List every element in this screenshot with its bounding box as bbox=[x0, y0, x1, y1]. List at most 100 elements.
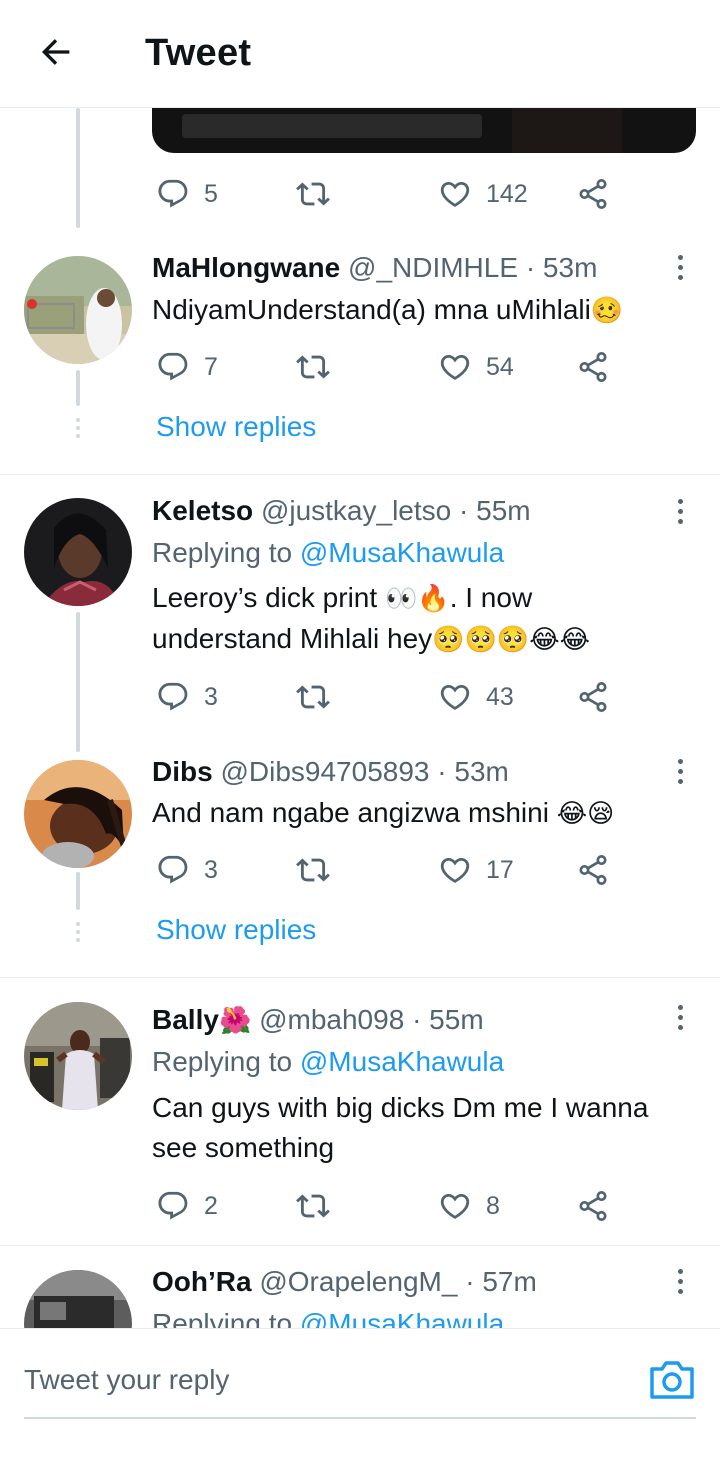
retweet-icon bbox=[296, 685, 330, 709]
reply-text-line: Can guys with big dicks Dm me I wanna bbox=[152, 1092, 649, 1123]
more-options-button[interactable] bbox=[666, 252, 694, 282]
more-options-button[interactable] bbox=[666, 1266, 694, 1296]
separator: · bbox=[459, 495, 469, 526]
reply-header: Keletso @justkay_letso · 55m bbox=[152, 495, 531, 527]
reply-text: NdiyamUnderstand(a) mna uMihlali🥴 bbox=[152, 290, 692, 331]
like-button[interactable]: 17 bbox=[438, 848, 514, 892]
user-handle[interactable]: @mbah098 bbox=[259, 1004, 404, 1035]
back-arrow-icon bbox=[41, 39, 70, 65]
reply-bubble-icon bbox=[158, 682, 188, 711]
display-name[interactable]: MaHlongwane bbox=[152, 252, 340, 283]
reply-input[interactable]: Tweet your reply bbox=[24, 1355, 624, 1405]
avatar[interactable] bbox=[24, 1002, 132, 1110]
share-button[interactable] bbox=[576, 345, 610, 389]
reply-text-content: NdiyamUnderstand(a) mna uMihlali bbox=[152, 294, 591, 325]
reply-button[interactable]: 7 bbox=[156, 345, 218, 389]
like-count: 8 bbox=[486, 1191, 500, 1220]
share-button[interactable] bbox=[576, 1184, 610, 1228]
reply-count: 3 bbox=[204, 682, 218, 711]
show-replies-link[interactable]: Show replies bbox=[156, 914, 316, 946]
camera-icon bbox=[650, 1361, 694, 1399]
user-handle[interactable]: @justkay_letso bbox=[261, 495, 451, 526]
more-options-button[interactable] bbox=[666, 1002, 694, 1032]
display-name[interactable]: Bally bbox=[152, 1004, 219, 1035]
reply-bubble-icon bbox=[158, 1191, 188, 1220]
share-button[interactable] bbox=[576, 848, 610, 892]
reply-button[interactable]: 3 bbox=[156, 675, 218, 719]
retweet-icon bbox=[296, 355, 330, 379]
more-options-button[interactable] bbox=[666, 756, 694, 786]
like-button[interactable]: 43 bbox=[438, 675, 514, 719]
avatar[interactable] bbox=[24, 498, 132, 606]
display-name[interactable]: Dibs bbox=[152, 756, 213, 787]
add-media-button[interactable] bbox=[648, 1357, 696, 1401]
reply-text: Can guys with big dicks Dm me I wanna se… bbox=[152, 1088, 692, 1168]
user-handle[interactable]: @OrapelengM_ bbox=[259, 1266, 457, 1297]
replying-to-handle[interactable]: @MusaKhawula bbox=[300, 537, 504, 568]
reply-count: 3 bbox=[204, 855, 218, 884]
share-button[interactable] bbox=[576, 172, 610, 216]
reply-text-line: understand Mihlali hey🥺🥺🥺😂😂 bbox=[152, 619, 692, 660]
reply-bubble-icon bbox=[158, 855, 188, 884]
reply-emoji: 🥺🥺🥺😂😂 bbox=[432, 625, 591, 655]
back-button[interactable] bbox=[34, 30, 78, 74]
timestamp: 57m bbox=[482, 1266, 537, 1297]
like-button[interactable]: 142 bbox=[438, 172, 528, 216]
reply-count: 7 bbox=[204, 352, 218, 381]
like-heart-icon bbox=[440, 857, 470, 883]
avatar[interactable] bbox=[24, 256, 132, 364]
more-options-button[interactable] bbox=[666, 496, 694, 526]
reply-header: Dibs @Dibs94705893 · 53m bbox=[152, 756, 509, 788]
reply-count: 2 bbox=[204, 1191, 218, 1220]
like-count: 142 bbox=[486, 179, 528, 208]
display-name[interactable]: Keletso bbox=[152, 495, 253, 526]
timestamp: 53m bbox=[454, 756, 509, 787]
display-name[interactable]: Ooh’Ra bbox=[152, 1266, 252, 1297]
like-heart-icon bbox=[440, 181, 470, 207]
thread-line bbox=[76, 108, 80, 228]
retweet-icon bbox=[296, 1194, 330, 1218]
reply-button[interactable]: 3 bbox=[156, 848, 218, 892]
separator: · bbox=[437, 756, 447, 787]
reply-bubble-icon bbox=[158, 179, 188, 208]
like-button[interactable]: 54 bbox=[438, 345, 514, 389]
retweet-button[interactable] bbox=[296, 345, 330, 389]
reply-header: Ooh’Ra @OrapelengM_ · 57m bbox=[152, 1266, 537, 1298]
reply-emoji: 👀🔥 bbox=[384, 584, 450, 614]
reply-text-content: . I now bbox=[449, 582, 533, 613]
avatar[interactable] bbox=[24, 760, 132, 868]
divider bbox=[0, 1245, 720, 1246]
reply-actions: 3 17 bbox=[152, 848, 632, 892]
thread-line bbox=[76, 612, 80, 752]
divider bbox=[0, 474, 720, 475]
share-icon bbox=[579, 682, 607, 712]
reply-button[interactable]: 2 bbox=[156, 1184, 218, 1228]
like-heart-icon bbox=[440, 1193, 470, 1219]
like-count: 43 bbox=[486, 682, 514, 711]
show-replies-link[interactable]: Show replies bbox=[156, 411, 316, 443]
reply-emoji: 🥴 bbox=[590, 296, 624, 326]
name-emoji: 🌺 bbox=[218, 1006, 252, 1036]
retweet-button[interactable] bbox=[296, 1184, 330, 1228]
share-icon bbox=[579, 352, 607, 382]
replying-label: Replying to bbox=[152, 537, 293, 568]
replying-to: Replying to @MusaKhawula bbox=[152, 1046, 504, 1078]
tweet-media[interactable] bbox=[152, 108, 696, 153]
reply-text-line: Leeroy’s dick print 👀🔥. I now bbox=[152, 578, 692, 619]
like-count: 17 bbox=[486, 855, 514, 884]
user-handle[interactable]: @Dibs94705893 bbox=[220, 756, 429, 787]
retweet-button[interactable] bbox=[296, 675, 330, 719]
retweet-button[interactable] bbox=[296, 172, 330, 216]
like-button[interactable]: 8 bbox=[438, 1184, 500, 1228]
share-button[interactable] bbox=[576, 675, 610, 719]
separator: · bbox=[465, 1266, 475, 1297]
retweet-button[interactable] bbox=[296, 848, 330, 892]
thread-line bbox=[76, 872, 80, 910]
reply-header: Bally🌺 @mbah098 · 55m bbox=[152, 1004, 484, 1036]
reply-button[interactable]: 5 bbox=[156, 172, 218, 216]
reply-text-content: understand Mihlali hey bbox=[152, 623, 433, 654]
replying-to-handle[interactable]: @MusaKhawula bbox=[300, 1046, 504, 1077]
user-handle[interactable]: @_NDIMHLE bbox=[348, 252, 518, 283]
share-icon bbox=[579, 855, 607, 885]
replying-to: Replying to @MusaKhawula bbox=[152, 537, 504, 569]
